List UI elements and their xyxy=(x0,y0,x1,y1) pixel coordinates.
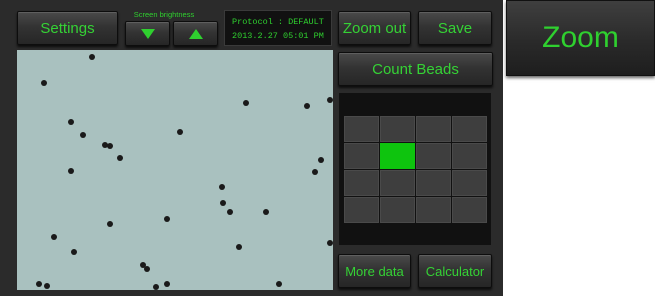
bead xyxy=(236,244,242,250)
region-grid xyxy=(344,116,487,223)
bead xyxy=(164,281,170,287)
triangle-up-icon xyxy=(188,28,203,39)
brightness-down-button[interactable] xyxy=(125,21,170,46)
region-cell[interactable] xyxy=(380,197,415,223)
settings-button[interactable]: Settings xyxy=(17,11,118,45)
region-selector xyxy=(339,93,491,245)
region-cell[interactable] xyxy=(416,197,451,223)
region-cell[interactable] xyxy=(416,143,451,169)
bead xyxy=(44,283,50,289)
datetime-text: 2013.2.27 05:01 PM xyxy=(232,31,324,41)
calculator-button[interactable]: Calculator xyxy=(418,254,492,288)
bead xyxy=(243,100,249,106)
bead xyxy=(276,281,282,287)
region-cell[interactable] xyxy=(452,143,487,169)
zoom-button[interactable]: Zoom xyxy=(506,0,655,76)
status-display: Protocol : DEFAULT 2013.2.27 05:01 PM xyxy=(224,10,332,46)
bead-field xyxy=(36,54,333,290)
bead xyxy=(41,80,47,86)
bead xyxy=(177,129,183,135)
region-cell[interactable] xyxy=(380,170,415,196)
region-cell[interactable] xyxy=(452,170,487,196)
bead xyxy=(327,240,333,246)
microscope-view[interactable] xyxy=(17,50,333,290)
triangle-down-icon xyxy=(140,28,155,39)
region-cell[interactable] xyxy=(380,116,415,142)
bead xyxy=(263,209,269,215)
bead xyxy=(219,184,225,190)
zoom-out-button[interactable]: Zoom out xyxy=(338,11,411,45)
region-cell[interactable] xyxy=(416,116,451,142)
region-cell[interactable] xyxy=(344,197,379,223)
bead xyxy=(144,266,150,272)
region-cell[interactable] xyxy=(452,116,487,142)
bead xyxy=(327,97,333,103)
bead xyxy=(80,132,86,138)
region-cell[interactable] xyxy=(452,197,487,223)
bead xyxy=(107,143,113,149)
count-beads-button[interactable]: Count Beads xyxy=(338,52,493,86)
brightness-up-button[interactable] xyxy=(173,21,218,46)
region-cell[interactable] xyxy=(380,143,415,169)
bead xyxy=(318,157,324,163)
bead xyxy=(71,249,77,255)
brightness-label: Screen brightness xyxy=(133,10,195,19)
protocol-text: Protocol : DEFAULT xyxy=(232,17,324,27)
region-cell[interactable] xyxy=(344,116,379,142)
bead xyxy=(304,103,310,109)
bead xyxy=(153,284,159,290)
bead xyxy=(51,234,57,240)
bead xyxy=(36,281,42,287)
bead xyxy=(164,216,170,222)
region-cell[interactable] xyxy=(416,170,451,196)
bead xyxy=(220,200,226,206)
bead xyxy=(89,54,95,60)
bead xyxy=(312,169,318,175)
bead xyxy=(107,221,113,227)
save-button[interactable]: Save xyxy=(418,11,492,45)
bead xyxy=(102,142,108,148)
region-cell[interactable] xyxy=(344,170,379,196)
bead xyxy=(68,119,74,125)
more-data-button[interactable]: More data xyxy=(338,254,411,288)
bead xyxy=(117,155,123,161)
region-cell[interactable] xyxy=(344,143,379,169)
bead xyxy=(227,209,233,215)
bead xyxy=(68,168,74,174)
